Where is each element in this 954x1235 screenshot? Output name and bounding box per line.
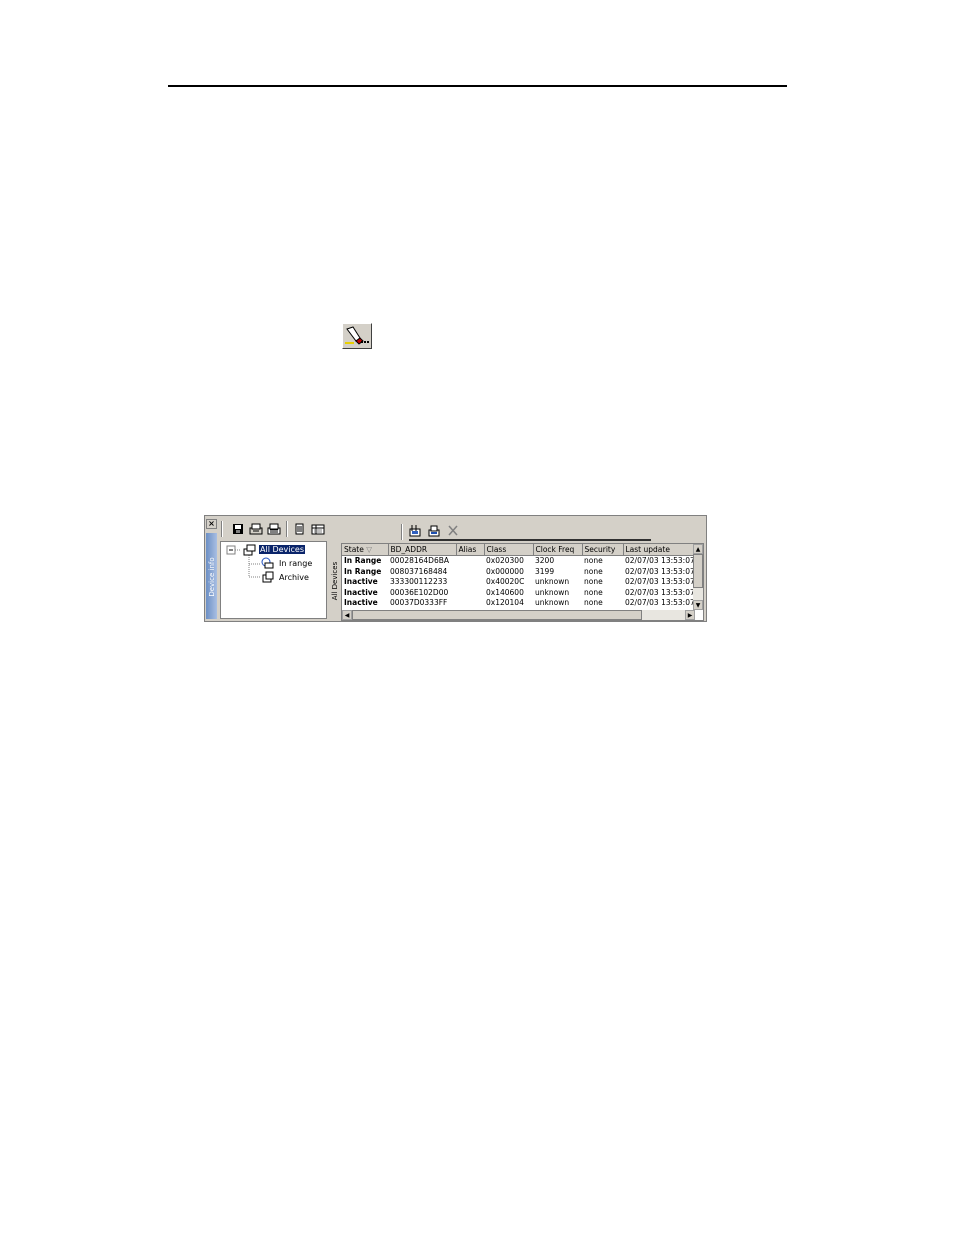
cell-state: Inactive (344, 577, 378, 587)
print-icon (267, 523, 281, 535)
cell-class: 0x40020C (486, 577, 525, 587)
scroll-left-icon[interactable]: ◀ (342, 610, 352, 620)
all-devices-icon (243, 544, 256, 556)
cell-state: In Range (344, 556, 382, 566)
save-icon (233, 524, 243, 534)
vertical-scrollbar[interactable]: ▲ ▼ (693, 544, 703, 610)
cell-last-update: 02/07/03 13:53:07 (625, 577, 695, 587)
vertical-scroll-thumb[interactable] (693, 554, 703, 588)
table-row[interactable]: In Range 00028164D6BA 0x020300 3200 none… (342, 556, 697, 567)
connect-icon (428, 525, 440, 537)
cell-bd-addr: 00037D0333FF (390, 598, 448, 608)
all-devices-tab[interactable]: All Devices (330, 543, 340, 619)
sort-descending-icon: ▽ (366, 545, 373, 554)
save-button[interactable] (230, 519, 246, 539)
cell-clock-freq: unknown (535, 587, 570, 597)
cell-state: Inactive (344, 598, 378, 608)
horizontal-scroll-thumb[interactable] (352, 610, 642, 620)
cell-bd-addr: 00028164D6BA (390, 556, 449, 566)
device-info-tab-label: Device info (208, 557, 216, 597)
delete-icon (448, 525, 458, 536)
device-info-tab[interactable]: Device info (206, 533, 217, 619)
cell-security: none (584, 587, 603, 597)
toolbar-bar (409, 539, 651, 541)
cell-alias (456, 556, 484, 567)
cell-last-update: 02/07/03 13:53:07 (625, 566, 695, 576)
scroll-right-icon[interactable]: ▶ (685, 610, 695, 620)
toolbar-separator (401, 524, 403, 540)
cell-last-update: 02/07/03 13:53:07 (625, 598, 695, 608)
cell-bd-addr: 333300112233 (390, 577, 448, 587)
column-header-class[interactable]: Class (484, 544, 534, 556)
table-row[interactable]: Inactive 00037D0333FF 0x120104 unknown n… (342, 598, 697, 609)
horizontal-scrollbar[interactable]: ◀ ▶ (342, 610, 695, 620)
cell-class: 0x120104 (486, 598, 524, 608)
flashlight-icon (345, 326, 369, 345)
tree-node-archive[interactable]: Archive (279, 573, 309, 582)
properties-button[interactable] (292, 519, 308, 539)
inquiry-settings-icon (409, 525, 421, 537)
tree-node-all-devices[interactable]: All Devices (259, 545, 305, 554)
in-range-icon (261, 557, 274, 569)
header-rule (168, 85, 787, 87)
toolbar-separator (221, 521, 223, 537)
column-header-label: State (344, 545, 364, 554)
table-row[interactable]: Inactive 333300112233 0x40020C unknown n… (342, 577, 697, 588)
cell-last-update: 02/07/03 13:53:07 (625, 587, 695, 597)
cell-last-update: 02/07/03 13:53:07 (625, 556, 695, 566)
column-header-alias[interactable]: Alias (456, 544, 485, 556)
panel-close-button[interactable]: × (206, 519, 217, 529)
column-header-last-update[interactable]: Last update (623, 544, 698, 556)
scroll-up-icon[interactable]: ▲ (693, 544, 703, 554)
inquiry-button[interactable] (342, 323, 372, 349)
cell-security: none (584, 556, 603, 566)
device-panel: × Device info All Devices In range Archi… (204, 515, 707, 622)
cell-state: In Range (344, 566, 382, 576)
cell-alias (456, 577, 484, 588)
cell-alias (456, 567, 484, 578)
device-grid: State ▽ BD_ADDR Alias Class Clock Freq S… (341, 543, 704, 621)
details-view-icon (311, 524, 325, 535)
cell-class: 0x020300 (486, 556, 524, 566)
column-header-clock-freq[interactable]: Clock Freq (533, 544, 583, 556)
print-button[interactable] (266, 519, 282, 539)
column-header-bd-addr[interactable]: BD_ADDR (388, 544, 457, 556)
tree-node-in-range[interactable]: In range (279, 559, 312, 568)
toolbar-separator (286, 521, 288, 537)
column-header-security[interactable]: Security (582, 544, 624, 556)
table-row[interactable]: Inactive 00036E102D00 0x140600 unknown n… (342, 588, 697, 599)
cell-state: Inactive (344, 587, 378, 597)
cell-clock-freq: unknown (535, 598, 570, 608)
cell-security: none (584, 566, 603, 576)
cell-clock-freq: 3199 (535, 566, 555, 576)
cell-class: 0x140600 (486, 587, 524, 597)
cell-security: none (584, 598, 603, 608)
cell-class: 0x000000 (486, 566, 524, 576)
print-preview-button[interactable] (248, 519, 264, 539)
details-view-button[interactable] (310, 519, 326, 539)
device-tree: All Devices In range Archive (220, 541, 327, 619)
cell-alias (456, 598, 484, 609)
cell-security: none (584, 577, 603, 587)
archive-icon (262, 571, 274, 583)
column-header-state[interactable]: State ▽ (342, 544, 389, 556)
print-preview-icon (249, 523, 263, 535)
cell-clock-freq: unknown (535, 577, 570, 587)
properties-icon (295, 523, 304, 535)
all-devices-tab-label: All Devices (331, 561, 339, 601)
cell-bd-addr: 00036E102D00 (390, 587, 449, 597)
cell-alias (456, 588, 484, 599)
cell-bd-addr: 008037168484 (390, 566, 448, 576)
table-row[interactable]: In Range 008037168484 0x000000 3199 none… (342, 567, 697, 578)
scroll-down-icon[interactable]: ▼ (693, 600, 703, 610)
cell-clock-freq: 3200 (535, 556, 555, 566)
